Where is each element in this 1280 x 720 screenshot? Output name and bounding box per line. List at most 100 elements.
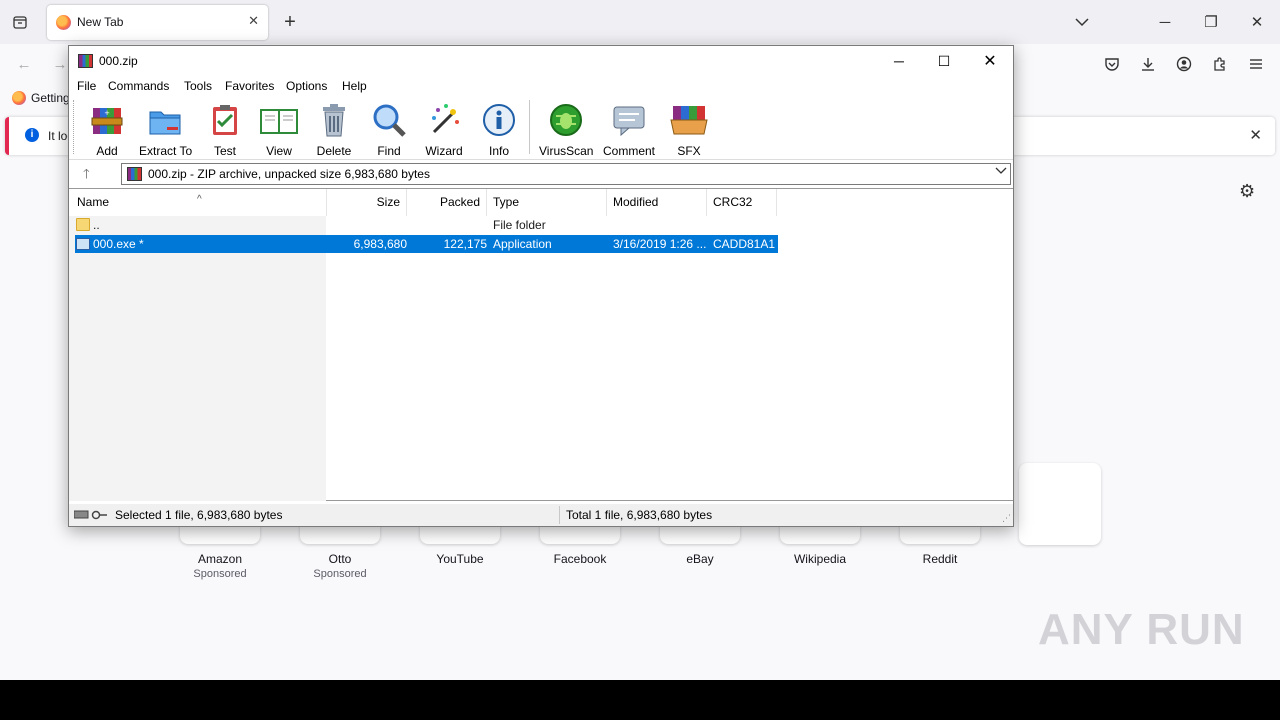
menu-favorites[interactable]: Favorites (225, 79, 274, 93)
app-menu-icon[interactable] (1244, 52, 1268, 76)
column-header-packed[interactable]: Packed (407, 189, 487, 216)
shortcut-label: Reddit (922, 552, 958, 566)
shortcut-label: eBay (686, 552, 714, 566)
shortcut-label: YouTube (436, 552, 484, 566)
tab-new-tab[interactable]: New Tab ✕ (47, 5, 268, 40)
maximize-icon[interactable]: ☐ (921, 46, 967, 76)
virusscan-button[interactable]: VirusScan (539, 102, 593, 158)
list-item-selected[interactable]: 000.exe * 6,983,680 122,175 Application … (75, 235, 778, 253)
tool-label: View (266, 144, 292, 158)
close-tab-icon[interactable]: ✕ (248, 13, 259, 29)
find-button[interactable]: Find (369, 102, 409, 158)
sfx-button[interactable]: SFX (669, 102, 709, 158)
menu-file[interactable]: File (77, 79, 96, 93)
file-packed: 122,175 (443, 237, 487, 251)
list-header: Name ^ Size Packed Type Modified CRC32 (69, 189, 1013, 216)
list-tabs-chevron-icon[interactable] (1070, 10, 1094, 34)
shortcut-label: Facebook (553, 552, 607, 566)
file-list: Name ^ Size Packed Type Modified CRC32 .… (69, 188, 1013, 501)
sfx-boxes-icon (669, 102, 709, 138)
winrar-app-icon (78, 54, 93, 68)
file-modified: 3/16/2019 1:26 ... (613, 237, 707, 251)
sponsored-label: Sponsored (193, 568, 247, 580)
tab-bar: New Tab ✕ + ─ ❐ ✕ (0, 0, 1280, 44)
archive-icon (127, 167, 142, 181)
winrar-window: 000.zip ─ ☐ ✕ File Commands Tools Favori… (68, 45, 1014, 527)
column-header-crc32[interactable]: CRC32 (707, 189, 777, 216)
file-crc32: CADD81A1 (713, 237, 776, 251)
file-type: Application (493, 237, 552, 251)
extract-to-button[interactable]: Extract To (139, 102, 193, 158)
sponsored-label: Sponsored (313, 568, 367, 580)
folder-icon (76, 218, 90, 231)
menu-commands[interactable]: Commands (108, 79, 169, 93)
view-button[interactable]: View (258, 102, 300, 158)
file-size: 6,983,680 (353, 237, 407, 251)
account-icon[interactable] (1172, 52, 1196, 76)
tab-overview-icon[interactable] (8, 10, 32, 34)
sort-ascending-icon: ^ (197, 194, 202, 205)
pocket-icon[interactable] (1100, 52, 1124, 76)
info-icon: i (25, 128, 39, 142)
shortcut-label: Wikipedia (793, 552, 847, 566)
column-header-size[interactable]: Size (327, 189, 407, 216)
name-column-shade (69, 216, 326, 501)
tool-label: VirusScan (539, 144, 594, 158)
toolbar: + Add Extract To Test View Delete Find W… (69, 96, 1013, 158)
path-text: 000.zip - ZIP archive, unpacked size 6,9… (148, 167, 430, 181)
bookmark-getting-started[interactable]: Getting (12, 91, 70, 105)
path-dropdown[interactable]: 000.zip - ZIP archive, unpacked size 6,9… (121, 163, 1011, 185)
column-header-name[interactable]: Name ^ (71, 189, 327, 216)
chevron-down-icon[interactable] (995, 166, 1007, 178)
shortcut-label: Amazon (197, 552, 243, 566)
watermark-text: ANY RUN (1038, 605, 1245, 654)
window-title: 000.zip (99, 54, 138, 68)
menu-tools[interactable]: Tools (184, 79, 212, 93)
toolbar-separator (529, 100, 530, 154)
tool-label: Extract To (139, 144, 193, 158)
info-icon (481, 102, 517, 138)
tool-label: Find (377, 144, 401, 158)
close-window-icon[interactable]: ✕ (1245, 10, 1269, 34)
up-arrow-icon[interactable]: 🡑 (83, 165, 90, 187)
add-button[interactable]: + Add (87, 102, 127, 158)
close-icon[interactable]: ✕ (967, 46, 1013, 76)
resize-grip-icon[interactable]: ⋰ (1002, 513, 1011, 524)
status-bar: Selected 1 file, 6,983,680 bytes Total 1… (69, 504, 1013, 526)
menu-options[interactable]: Options (286, 79, 327, 93)
test-clipboard-icon (207, 102, 243, 138)
status-divider (559, 506, 560, 524)
tool-label: Delete (316, 144, 352, 158)
downloads-icon[interactable] (1136, 52, 1160, 76)
close-notification-icon[interactable]: ✕ (1249, 126, 1262, 144)
restore-icon[interactable]: ❐ (1199, 10, 1223, 34)
shortcut-label: Otto (328, 552, 352, 566)
minimize-icon[interactable]: ─ (876, 46, 922, 76)
extensions-icon[interactable] (1208, 52, 1232, 76)
gear-icon[interactable]: ⚙ (1239, 181, 1255, 202)
comment-button[interactable]: Comment (601, 102, 657, 158)
winrar-title-bar[interactable]: 000.zip ─ ☐ ✕ (69, 46, 1013, 76)
comment-icon (611, 102, 647, 138)
path-bar: 🡑 000.zip - ZIP archive, unpacked size 6… (69, 159, 1013, 186)
extract-folder-icon (147, 102, 183, 138)
file-type: File folder (493, 218, 546, 232)
empty-shortcut-tile[interactable] (1019, 463, 1101, 545)
anyrun-watermark: ANY RUN (1038, 605, 1245, 655)
wizard-button[interactable]: Wizard (423, 102, 465, 158)
view-book-icon (258, 102, 300, 138)
back-arrow-icon[interactable]: ← (12, 52, 36, 76)
minimize-icon[interactable]: ─ (1153, 10, 1177, 34)
delete-button[interactable]: Delete (314, 102, 354, 158)
status-selected: Selected 1 file, 6,983,680 bytes (115, 508, 283, 522)
info-button[interactable]: Info (479, 102, 519, 158)
list-item-parent-folder[interactable]: .. File folder (75, 216, 778, 234)
column-header-type[interactable]: Type (487, 189, 607, 216)
column-header-modified[interactable]: Modified (607, 189, 707, 216)
column-label: Name (77, 195, 110, 209)
menu-help[interactable]: Help (342, 79, 367, 93)
firefox-icon (12, 91, 26, 105)
test-button[interactable]: Test (205, 102, 245, 158)
new-tab-icon[interactable]: + (278, 10, 302, 34)
svg-text:+: + (104, 109, 110, 117)
